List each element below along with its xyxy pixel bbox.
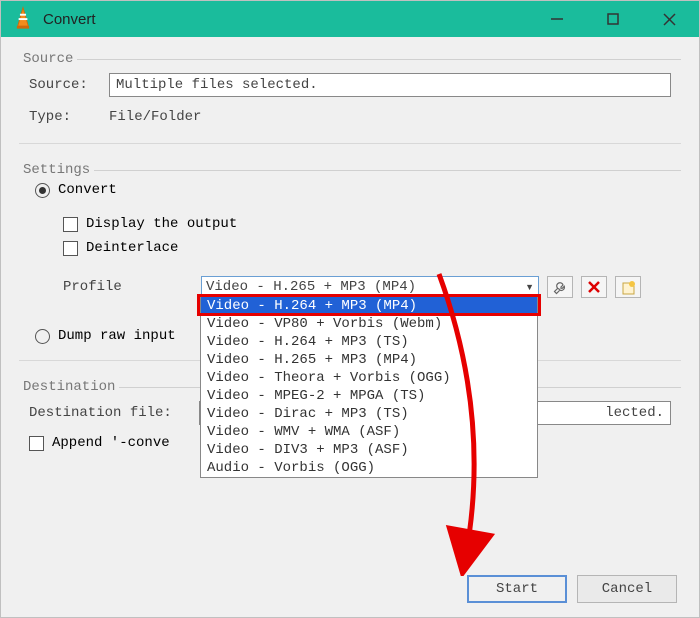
convert-radio-label: Convert [58,182,117,198]
destination-file-label: Destination file: [29,405,199,421]
deinterlace-label: Deinterlace [86,240,178,256]
titlebar: Convert [1,1,699,37]
app-icon [9,5,37,33]
minimize-button[interactable] [529,1,585,37]
profile-dropdown-list[interactable]: Video - H.264 + MP3 (MP4) Video - VP80 +… [200,296,538,478]
profile-label: Profile [63,279,193,295]
convert-radio[interactable]: Convert [19,178,681,202]
profile-option[interactable]: Video - DIV3 + MP3 (ASF) [201,441,537,459]
display-output-label: Display the output [86,216,237,232]
new-profile-icon [621,280,636,295]
profile-option[interactable]: Video - WMV + WMA (ASF) [201,423,537,441]
wrench-icon [553,280,568,295]
profile-select[interactable]: Video - H.265 + MP3 (MP4) ▼ [201,276,539,298]
profile-option[interactable]: Video - MPEG-2 + MPGA (TS) [201,387,537,405]
display-output-checkbox[interactable]: Display the output [47,212,681,236]
profile-option[interactable]: Video - H.264 + MP3 (TS) [201,333,537,351]
new-profile-button[interactable] [615,276,641,298]
dialog-buttons: Start Cancel [467,575,677,603]
chevron-down-icon: ▼ [525,282,534,292]
profile-selected-value: Video - H.265 + MP3 (MP4) [206,279,416,295]
append-converted-label: Append '-conve [52,435,170,451]
deinterlace-checkbox[interactable]: Deinterlace [47,236,681,260]
radio-icon [35,329,50,344]
source-input[interactable] [109,73,671,97]
window-controls [529,1,697,37]
start-button[interactable]: Start [467,575,567,603]
close-button[interactable] [641,1,697,37]
edit-profile-button[interactable] [547,276,573,298]
type-value: File/Folder [109,109,201,125]
profile-option[interactable]: Video - Dirac + MP3 (TS) [201,405,537,423]
dump-raw-label: Dump raw input [58,328,176,344]
profile-option[interactable]: Video - H.265 + MP3 (MP4) [201,351,537,369]
profile-option[interactable]: Video - H.264 + MP3 (MP4) [201,297,537,315]
profile-option[interactable]: Video - Theora + Vorbis (OGG) [201,369,537,387]
type-label: Type: [29,109,109,125]
delete-profile-button[interactable] [581,276,607,298]
window-title: Convert [43,11,529,28]
destination-legend: Destination [19,379,119,395]
profile-option[interactable]: Audio - Vorbis (OGG) [201,459,537,477]
checkbox-icon [29,436,44,451]
source-group: Source Source: Type: File/Folder [19,51,681,144]
radio-icon [35,183,50,198]
profile-option[interactable]: Video - VP80 + Vorbis (Webm) [201,315,537,333]
convert-dialog: Convert Source Source: Type: File/Folder… [0,0,700,618]
settings-legend: Settings [19,162,94,178]
source-legend: Source [19,51,77,67]
source-label: Source: [29,77,109,93]
cancel-button[interactable]: Cancel [577,575,677,603]
checkbox-icon [63,217,78,232]
delete-icon [587,280,601,294]
maximize-button[interactable] [585,1,641,37]
checkbox-icon [63,241,78,256]
